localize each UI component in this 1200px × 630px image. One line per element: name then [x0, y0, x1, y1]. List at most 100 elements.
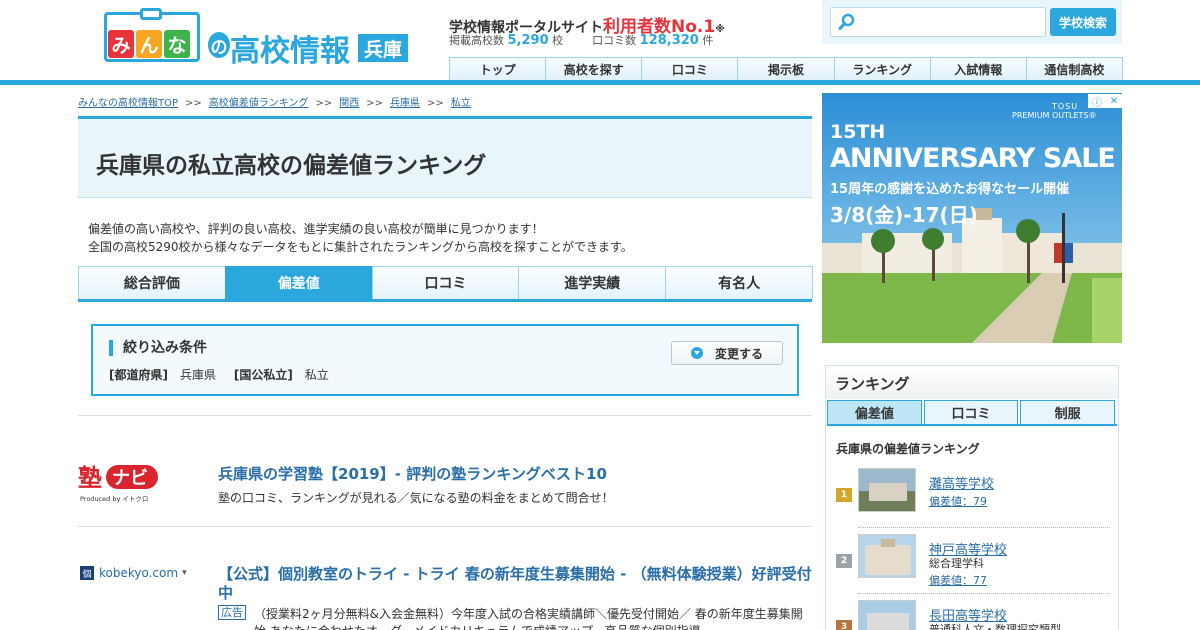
banner-heading-2: ANNIVERSARY SALE	[830, 143, 1116, 174]
description-line-1: 偏差値の高い高校や、評判の良い高校、進学実績の良い高校が簡単に見つかります！	[88, 222, 544, 236]
ad-try-title[interactable]: 【公式】個別教室のトライ - トライ 春の新年度生募集開始 - （無料体験授業）…	[218, 565, 812, 603]
adchoices-icon[interactable]: ⓘ ✕	[1088, 94, 1122, 109]
tab-overall[interactable]: 総合評価	[78, 266, 226, 299]
nav-reviews[interactable]: 口コミ	[641, 57, 739, 81]
change-filter-label: 変更する	[714, 346, 763, 361]
nav-correspondence[interactable]: 通信制高校	[1025, 57, 1123, 81]
ranking-heading: ランキング	[835, 375, 910, 393]
filter-panel: 絞り込み条件 [都道府県] 兵庫県 [国公私立] 私立 変更する	[91, 324, 799, 396]
stats-schools-label: 掲載高校数	[449, 34, 504, 47]
tab-admission-results[interactable]: 進学実績	[518, 266, 667, 299]
school-department: 総合理学科	[929, 557, 984, 570]
school-name[interactable]: 灘高等学校	[929, 473, 994, 492]
breadcrumb: みんなの高校情報TOP >> 高校偏差値ランキング >> 関西 >> 兵庫県 >> 私立	[78, 94, 471, 109]
nav-exam-info[interactable]: 入試情報	[929, 57, 1027, 81]
change-filter-button[interactable]: 変更する	[671, 341, 783, 365]
filter-conditions: [都道府県] 兵庫県 [国公私立] 私立	[109, 366, 343, 383]
ranking-item[interactable]: 1 灘高等学校 偏差値：79	[836, 462, 1110, 528]
breadcrumb-sep: >>	[315, 98, 333, 109]
banner-brand-line-1: TOSU	[1052, 102, 1079, 111]
banner-brand-line-2: PREMIUM OUTLETS®	[1012, 111, 1097, 120]
info-icon: ⓘ	[1091, 97, 1102, 109]
chevron-down-icon	[690, 347, 703, 359]
logo-title: 高校情報	[230, 34, 350, 69]
section-divider	[78, 415, 812, 416]
logo-char-1: み	[108, 30, 134, 58]
page-title: 兵庫県の私立高校の偏差値ランキング	[96, 153, 487, 179]
breadcrumb-prefecture[interactable]: 兵庫県	[390, 98, 420, 109]
filter-label-type: [国公私立]	[233, 368, 293, 382]
ranking-item[interactable]: 3 長田高等学校 普通科人文・数理探究類型	[836, 594, 1110, 630]
ad-juku-title[interactable]: 兵庫県の学習塾【2019】- 評判の塾ランキングベスト10	[218, 463, 607, 484]
ranking-tab-deviation[interactable]: 偏差値	[827, 400, 922, 424]
rank-medal-icon: 1	[836, 488, 852, 502]
tab-famous-alumni[interactable]: 有名人	[665, 266, 813, 299]
chevron-down-icon: ▾	[182, 568, 187, 578]
stats-reviews-value: 128,320	[639, 33, 699, 48]
banner-subheading: 15周年の感謝を込めたお得なセール開催	[830, 182, 1070, 197]
ad-banner[interactable]: TOSU PREMIUM OUTLETS® 15TH ANNIVERSARY S…	[822, 93, 1122, 343]
global-nav: トップ 高校を探す 口コミ 掲示板 ランキング 入試情報 通信制高校	[449, 57, 1123, 81]
school-deviation[interactable]: 偏差値：79	[929, 493, 987, 509]
ad-source-domain: kobekyo.com	[99, 566, 179, 580]
breadcrumb-private[interactable]: 私立	[451, 98, 471, 109]
banner-dates: 3/8(金)-17(日)	[830, 203, 978, 227]
school-department: 普通科人文・数理探究類型	[929, 623, 1061, 630]
filter-label-prefecture: [都道府県]	[109, 368, 168, 382]
close-icon[interactable]: ✕	[1110, 96, 1118, 107]
banner-heading-1: 15TH	[830, 121, 886, 143]
favicon-icon: 個	[80, 566, 94, 580]
nav-top[interactable]: トップ	[449, 57, 547, 81]
tagline-mark: ※	[715, 24, 725, 35]
tab-reviews[interactable]: 口コミ	[371, 266, 520, 299]
breadcrumb-region[interactable]: 関西	[339, 98, 359, 109]
rank-medal-icon: 3	[836, 620, 852, 630]
logo-no: の	[208, 32, 230, 58]
breadcrumb-top[interactable]: みんなの高校情報TOP	[78, 98, 178, 109]
svg-text:ナビ: ナビ	[112, 468, 148, 489]
filter-value-prefecture: 兵庫県	[179, 368, 216, 382]
stats-reviews-unit: 件	[702, 34, 714, 47]
ad-source[interactable]: 個 kobekyo.com ▾	[80, 566, 187, 580]
site-header: み ん な の 高校情報 兵庫 学校情報ポータルサイト利用者数No.1※ 掲載高…	[0, 0, 1200, 84]
nav-board[interactable]: 掲示板	[737, 57, 835, 81]
ranking-subheading: 兵庫県の偏差値ランキング	[836, 442, 980, 456]
ranking-tab-reviews[interactable]: 口コミ	[923, 400, 1019, 424]
stats-reviews-label: 口コミ数	[592, 34, 637, 47]
ad-try-text: （授業料2ヶ月分無料&入会金無料）今年度入試の合格実績講師＼優先受付開始／ 春の…	[254, 607, 803, 630]
school-thumbnail[interactable]	[858, 468, 916, 512]
logo-region: 兵庫	[358, 34, 408, 62]
nav-ranking[interactable]: ランキング	[833, 57, 931, 81]
site-logo[interactable]: み ん な の 高校情報 兵庫	[104, 8, 414, 69]
tab-deviation[interactable]: 偏差値	[224, 266, 373, 299]
search-input[interactable]	[830, 7, 1046, 37]
school-deviation[interactable]: 偏差値：77	[929, 572, 987, 588]
ad-badge: 広告	[218, 605, 246, 620]
logo-frame-handle	[140, 8, 162, 20]
juku-navi-logo[interactable]: 塾 ナビ Produced by イトクロ	[78, 460, 162, 504]
stats-schools-value: 5,290	[507, 33, 549, 48]
page-description: 偏差値の高い高校や、評判の良い高校、進学実績の良い高校が簡単に見つかります！ 全…	[88, 220, 633, 256]
ad-juku-text: 塾の口コミ、ランキングが見れる／気になる塾の料金をまとめて問合せ！	[218, 491, 614, 505]
header-divider	[0, 80, 1200, 85]
breadcrumb-ranking[interactable]: 高校偏差値ランキング	[209, 98, 309, 109]
breadcrumb-sep: >>	[366, 98, 384, 109]
ranking-type-tabs: 総合評価 偏差値 口コミ 進学実績 有名人	[78, 266, 813, 302]
search-icon	[838, 13, 855, 30]
breadcrumb-sep: >>	[185, 98, 202, 109]
school-thumbnail[interactable]	[858, 600, 916, 630]
nav-find-school[interactable]: 高校を探す	[545, 57, 643, 81]
search-button[interactable]: 学校検索	[1050, 8, 1116, 36]
school-thumbnail[interactable]	[858, 534, 916, 578]
filter-title: 絞り込み条件	[109, 340, 207, 356]
ranking-widget: ランキング 偏差値 口コミ 制服 兵庫県の偏差値ランキング 1 灘高等学校 偏差…	[825, 365, 1119, 630]
site-stats: 掲載高校数 5,290 校 口コミ数 128,320 件	[449, 32, 713, 48]
ranking-header: ランキング	[826, 366, 1118, 399]
logo-char-2: ん	[136, 30, 162, 58]
logo-char-3: な	[164, 30, 190, 58]
ranking-item[interactable]: 2 神戸高等学校 総合理学科 偏差値：77	[836, 528, 1110, 594]
ranking-tabs: 偏差値 口コミ 制服	[827, 400, 1117, 426]
filter-value-type: 私立	[304, 368, 329, 382]
section-divider	[78, 526, 812, 527]
ranking-tab-uniform[interactable]: 制服	[1020, 400, 1116, 424]
